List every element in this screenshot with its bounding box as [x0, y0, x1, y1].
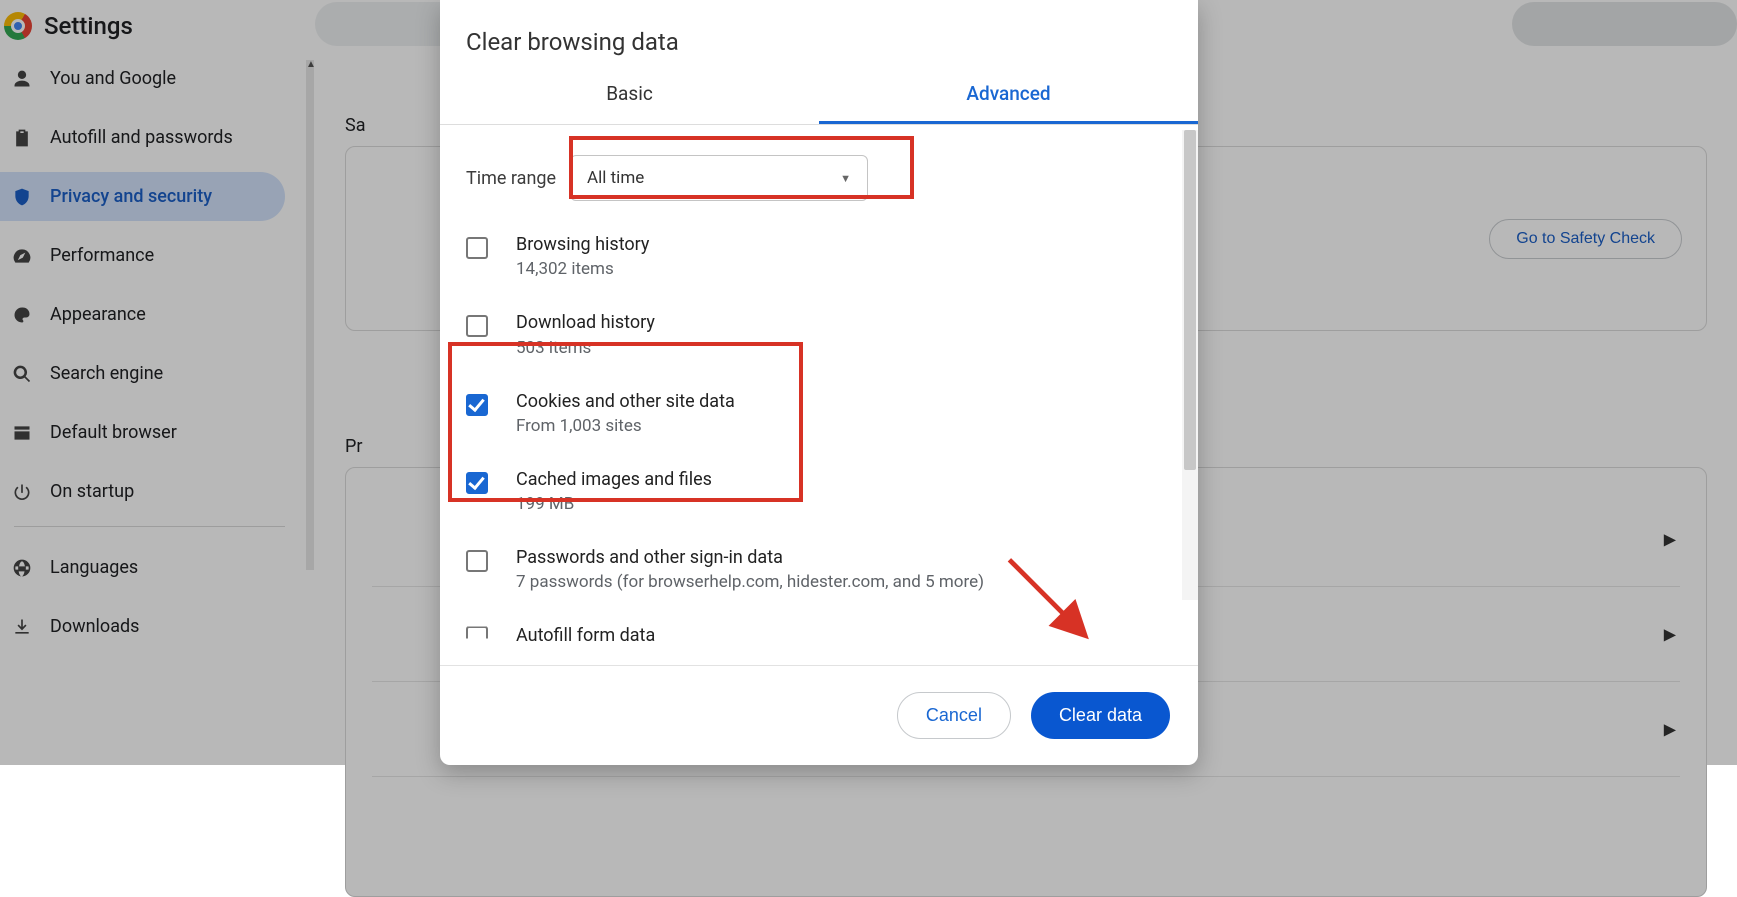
dialog-scrollbar[interactable] [1182, 130, 1198, 600]
tab-advanced[interactable]: Advanced [819, 66, 1198, 124]
data-item-subtitle: 199 MB [516, 494, 712, 514]
data-item-title: Download history [516, 311, 655, 335]
dialog-footer: Cancel Clear data [440, 665, 1198, 765]
checkbox-passwords[interactable] [466, 550, 488, 572]
dialog-tabs: Basic Advanced [440, 66, 1198, 125]
data-item-download-history[interactable]: Download history 503 items [466, 299, 1172, 377]
data-item-subtitle: 503 items [516, 338, 655, 358]
tab-basic[interactable]: Basic [440, 66, 819, 124]
time-range-label: Time range [466, 168, 556, 189]
chevron-down-icon: ▼ [840, 172, 851, 185]
data-item-subtitle: 14,302 items [516, 259, 649, 279]
data-item-subtitle: 7 passwords (for browserhelp.com, hidest… [516, 572, 984, 592]
data-item-autofill[interactable]: Autofill form data [466, 612, 1172, 648]
data-item-title: Autofill form data [516, 624, 655, 648]
dialog-title: Clear browsing data [440, 0, 1198, 66]
data-item-passwords[interactable]: Passwords and other sign-in data 7 passw… [466, 534, 1172, 612]
checkbox-cookies[interactable] [466, 394, 488, 416]
data-item-title: Cookies and other site data [516, 390, 735, 414]
checkbox-browsing-history[interactable] [466, 237, 488, 259]
data-item-browsing-history[interactable]: Browsing history 14,302 items [466, 221, 1172, 299]
checkbox-cache[interactable] [466, 472, 488, 494]
time-range-select[interactable]: All time ▼ [570, 155, 868, 201]
data-item-title: Cached images and files [516, 468, 712, 492]
clear-browsing-data-dialog: Clear browsing data Basic Advanced Time … [440, 0, 1198, 765]
time-range-row: Time range All time ▼ [440, 125, 1198, 221]
time-range-value: All time [587, 168, 644, 188]
dialog-body: Time range All time ▼ Browsing history 1… [440, 125, 1198, 665]
checkbox-download-history[interactable] [466, 315, 488, 337]
data-item-title: Passwords and other sign-in data [516, 546, 984, 570]
clear-data-button[interactable]: Clear data [1031, 692, 1170, 739]
data-type-list: Browsing history 14,302 items Download h… [440, 221, 1198, 649]
dialog-scrollbar-thumb[interactable] [1184, 130, 1196, 470]
cancel-button[interactable]: Cancel [897, 692, 1011, 739]
list-item[interactable] [372, 777, 1680, 872]
data-item-cookies[interactable]: Cookies and other site data From 1,003 s… [466, 378, 1172, 456]
data-item-title: Browsing history [516, 233, 649, 257]
checkbox-autofill[interactable] [466, 626, 488, 648]
data-item-subtitle: From 1,003 sites [516, 416, 735, 436]
data-item-cache[interactable]: Cached images and files 199 MB [466, 456, 1172, 534]
